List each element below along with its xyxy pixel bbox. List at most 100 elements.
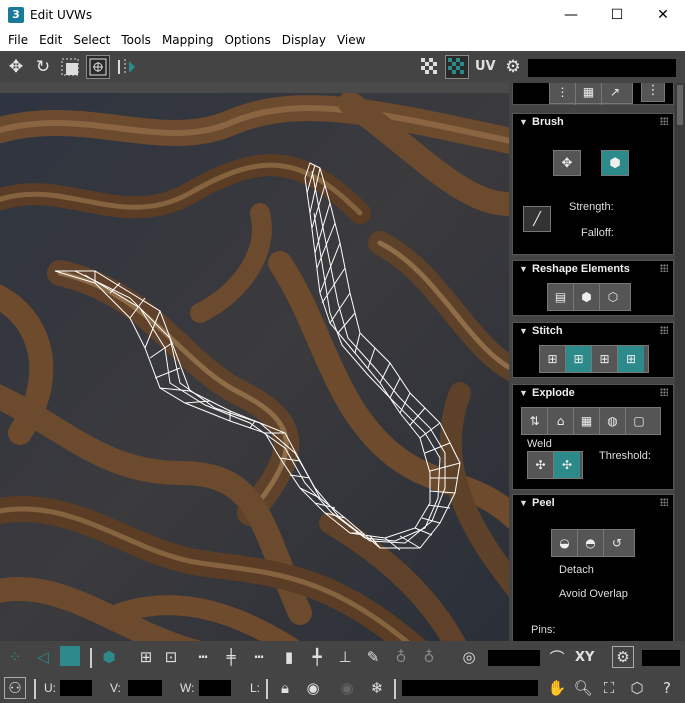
close-button[interactable]: ✕ xyxy=(640,0,685,30)
edge-loop-icon[interactable]: ┅ xyxy=(248,646,270,668)
flatten-by-angle-icon[interactable]: ⌂ xyxy=(548,408,574,434)
falloff-curve-icon[interactable]: ⌒ xyxy=(546,646,568,668)
menu-edit[interactable]: Edit xyxy=(39,30,62,51)
stitch-button-group[interactable]: ⊞ ⊞ ⊞ ⊞ xyxy=(539,345,649,373)
flatten-by-smoothing-icon[interactable]: ◍ xyxy=(600,408,626,434)
pin-remove-icon[interactable]: ⊥ xyxy=(334,646,356,668)
soft-selection-icon[interactable]: ◎ xyxy=(458,646,480,668)
reshape-button-group[interactable]: ▤ ⬢ ⬡ xyxy=(547,283,631,311)
reshape-header[interactable]: ▼ Reshape Elements xyxy=(513,261,673,279)
show-icon[interactable]: ◉ xyxy=(336,677,358,699)
mirror-icon[interactable] xyxy=(116,55,140,79)
menu-tools[interactable]: Tools xyxy=(121,30,151,51)
u-input[interactable] xyxy=(60,680,92,696)
explode-button-group[interactable]: ⇅ ⌂ ▦ ◍ ▢ xyxy=(521,407,661,435)
weld-all-icon[interactable]: ✣ xyxy=(554,452,580,478)
viewport-top-strip xyxy=(0,83,509,93)
menu-display[interactable]: Display xyxy=(282,30,326,51)
menu-view[interactable]: View xyxy=(337,30,365,51)
element-select-icon[interactable]: ⬢ xyxy=(98,646,120,668)
move-icon[interactable]: ✥ xyxy=(4,55,28,79)
paint-select-icon[interactable]: ✎ xyxy=(362,646,384,668)
edge-select-icon[interactable]: ◁ xyxy=(32,646,54,668)
lock-icon[interactable]: 🔒︎ xyxy=(274,677,296,699)
absolute-offset-icon[interactable]: ⚇ xyxy=(4,677,26,699)
pan-icon[interactable]: ✋ xyxy=(546,677,568,699)
scale-icon[interactable] xyxy=(58,55,82,79)
v-input[interactable] xyxy=(128,680,162,696)
xy-axis-label[interactable]: XY xyxy=(575,650,594,665)
weld-selected-icon[interactable]: ✣ xyxy=(528,452,554,478)
partial-tool-3-icon[interactable]: ↗ xyxy=(602,83,628,105)
ring-select-icon[interactable]: ┅ xyxy=(192,646,214,668)
maximize-button[interactable]: ☐ xyxy=(594,0,640,30)
loop-select-icon[interactable]: ╪ xyxy=(220,646,242,668)
stitch-target-icon[interactable]: ⊞ xyxy=(618,346,644,372)
app-logo-icon: 3 xyxy=(8,7,24,23)
flatten-by-material-icon[interactable]: ▦ xyxy=(574,408,600,434)
peel-header[interactable]: ▼ Peel xyxy=(513,495,673,513)
partial-tool-1-icon[interactable]: ⋮ xyxy=(550,83,576,105)
lasso-icon[interactable]: ♁ xyxy=(390,646,412,668)
peel-button-group[interactable]: ◒ ◓ ↺ xyxy=(551,529,635,557)
partial-tool-4-icon[interactable]: ⋮ xyxy=(641,83,665,102)
checker-icon[interactable] xyxy=(418,55,442,79)
reset-peel-icon[interactable]: ↺ xyxy=(604,530,630,556)
straighten-icon[interactable]: ▤ xyxy=(548,284,574,310)
stitch-average-icon[interactable]: ⊞ xyxy=(566,346,592,372)
uv-canvas[interactable] xyxy=(0,93,509,641)
quick-peel-icon[interactable]: ◒ xyxy=(552,530,578,556)
brush-header[interactable]: ▼ Brush xyxy=(513,114,673,132)
stitch-custom-icon[interactable]: ⊞ xyxy=(540,346,566,372)
break-icon[interactable]: ⇅ xyxy=(522,408,548,434)
zoom-icon[interactable]: 🔍︎ xyxy=(572,677,594,699)
grip-icon xyxy=(660,388,668,396)
help-icon[interactable]: ? xyxy=(656,677,678,699)
panel-scrollbar[interactable] xyxy=(675,83,685,641)
brush-relax-icon[interactable]: ⬢ xyxy=(601,150,629,176)
brush-paint-icon[interactable]: ✥ xyxy=(553,150,581,176)
w-input[interactable] xyxy=(199,680,231,696)
checker-selected-icon[interactable] xyxy=(445,55,469,79)
freeze-icon[interactable]: ❄ xyxy=(366,677,388,699)
cube-icon[interactable]: ⬡ xyxy=(600,284,626,310)
weld-button-group[interactable]: ✣ ✣ xyxy=(527,451,583,479)
flatten-custom-icon[interactable]: ▢ xyxy=(626,408,652,434)
relax-cube-icon[interactable]: ⬢ xyxy=(574,284,600,310)
filter-dropdown[interactable] xyxy=(402,680,538,696)
pins-label: Pins: xyxy=(531,624,556,636)
menu-mapping[interactable]: Mapping xyxy=(162,30,214,51)
soft-selection-value[interactable] xyxy=(488,650,540,666)
vertex-select-icon[interactable]: ⁘ xyxy=(4,646,26,668)
shrink-selection-icon[interactable]: ⊡ xyxy=(160,646,182,668)
grow-selection-icon[interactable]: ⊞ xyxy=(135,646,157,668)
peel-mode-icon[interactable]: ◓ xyxy=(578,530,604,556)
pin-add-icon[interactable]: ╇ xyxy=(306,646,328,668)
stitch-title: Stitch xyxy=(532,325,563,337)
zoom-region-icon[interactable]: ⛶ xyxy=(598,677,620,699)
minimize-button[interactable]: — xyxy=(548,0,594,30)
detach-label[interactable]: Detach xyxy=(559,564,594,576)
rotate-icon[interactable]: ↻ xyxy=(31,55,55,79)
freeform-icon[interactable] xyxy=(86,55,110,79)
face-select-icon[interactable] xyxy=(60,646,80,666)
partial-button-group[interactable]: ⋮ ▦ ↗ xyxy=(549,83,633,105)
soft-select-icon[interactable]: ♁ xyxy=(418,646,440,668)
settings-icon[interactable]: ⚙ xyxy=(501,55,525,79)
uv-channel-label[interactable]: UV xyxy=(475,59,496,74)
menu-options[interactable]: Options xyxy=(224,30,270,51)
sync-value[interactable] xyxy=(642,650,680,666)
stitch-source-icon[interactable]: ⊞ xyxy=(592,346,618,372)
stitch-header[interactable]: ▼ Stitch xyxy=(513,323,673,341)
texture-dropdown[interactable] xyxy=(528,59,676,77)
avoid-overlap-label[interactable]: Avoid Overlap xyxy=(559,588,628,600)
menu-file[interactable]: File xyxy=(8,30,28,51)
uv-viewport[interactable] xyxy=(0,83,509,641)
explode-header[interactable]: ▼ Explode xyxy=(513,385,673,403)
menu-select[interactable]: Select xyxy=(73,30,110,51)
brush-stroke-icon[interactable]: ╱ xyxy=(523,206,551,232)
hide-icon[interactable]: ◉ xyxy=(302,677,324,699)
sync-settings-icon[interactable]: ⚙ xyxy=(612,646,634,668)
zoom-extents-icon[interactable]: ⬡ xyxy=(626,677,648,699)
partial-tool-2-icon[interactable]: ▦ xyxy=(576,83,602,105)
